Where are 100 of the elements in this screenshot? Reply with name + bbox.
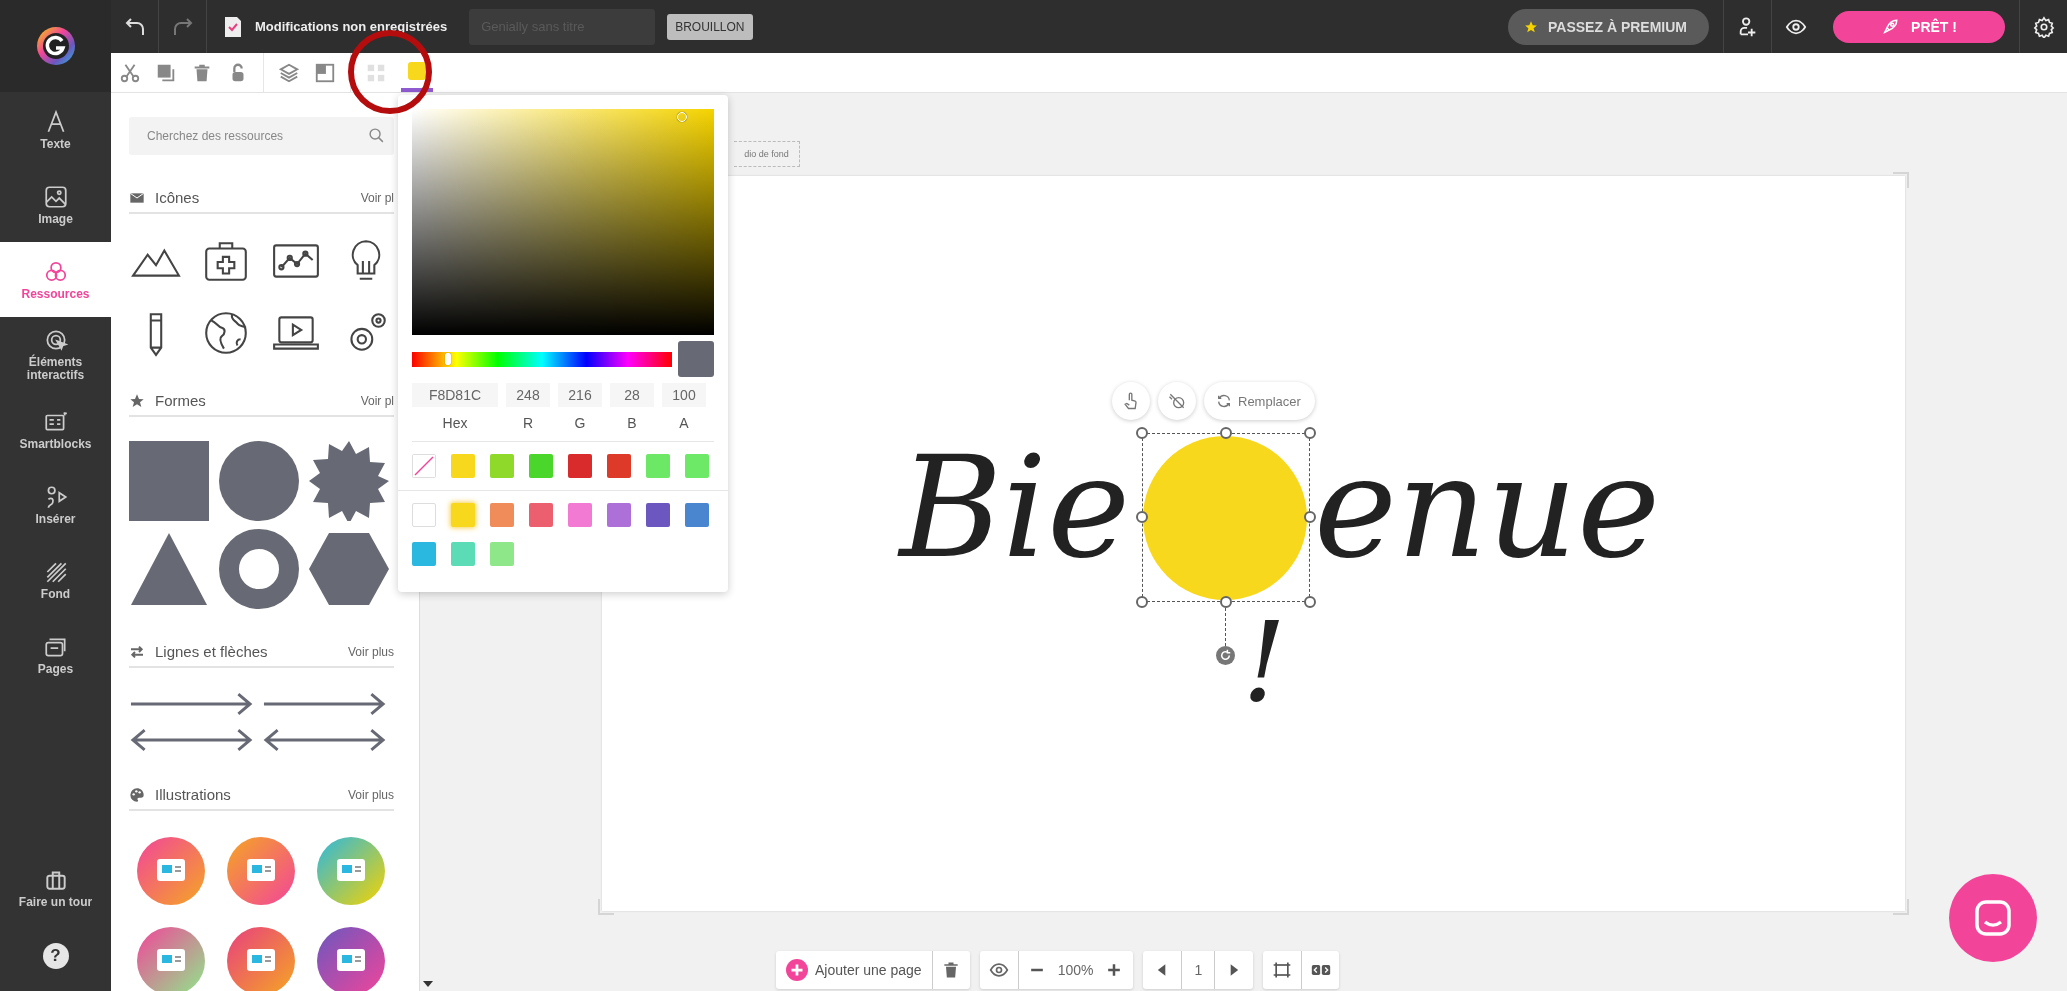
saturation-area[interactable] [412, 109, 714, 335]
no-color-swatch[interactable] [412, 454, 436, 478]
square-icon[interactable] [314, 61, 336, 84]
hand-pointer-button[interactable] [1112, 382, 1150, 420]
color-swatch[interactable] [451, 454, 475, 478]
app-logo[interactable] [35, 26, 76, 66]
color-swatch[interactable] [607, 454, 631, 478]
resize-handle[interactable] [1136, 596, 1148, 608]
color-swatch[interactable] [490, 454, 514, 478]
sidebar-item[interactable]: Image [0, 167, 111, 242]
circle-shape[interactable] [219, 441, 299, 521]
illustration-thumbnail[interactable] [227, 927, 295, 991]
ready-button[interactable]: PRÊT ! [1833, 10, 2005, 43]
field-label: R [522, 415, 534, 431]
color-swatch[interactable] [685, 454, 709, 478]
refresh-icon [1216, 393, 1232, 409]
rotate-handle-icon[interactable] [1216, 646, 1235, 665]
status-badge: BROUILLON [667, 13, 753, 40]
section-title: Lignes et flèches [155, 643, 269, 660]
image-icon [42, 183, 69, 210]
color-value-field[interactable]: F8D81C [412, 383, 498, 407]
double-arrow-line[interactable] [262, 728, 387, 752]
layers-icon[interactable] [278, 61, 300, 84]
color-swatch[interactable] [646, 503, 670, 527]
resize-handle[interactable] [1136, 427, 1148, 439]
see-more-link[interactable]: Voir pl [360, 393, 394, 408]
tour-button[interactable]: Faire un tour [0, 843, 111, 933]
color-preview [678, 341, 714, 377]
color-swatch[interactable] [607, 503, 631, 527]
resize-handle[interactable] [1136, 511, 1148, 523]
rocket-icon [1881, 17, 1900, 36]
see-more-link[interactable]: Voir plus [347, 644, 394, 659]
corner-handle[interactable] [1893, 899, 1909, 915]
color-swatch[interactable] [490, 503, 514, 527]
sidebar-item[interactable]: Insérer [0, 467, 111, 542]
color-value-field[interactable]: 28 [610, 383, 654, 407]
color-value-field[interactable]: 100 [662, 383, 706, 407]
help-button[interactable]: ? [42, 943, 69, 969]
resize-handle[interactable] [1304, 427, 1316, 439]
sidebar-item[interactable]: Texte [0, 92, 111, 167]
color-swatch[interactable] [412, 503, 436, 527]
sidebar-item[interactable]: Ressources [0, 242, 111, 317]
add-icon [786, 959, 808, 981]
sidebar-item[interactable]: Éléments interactifs [0, 317, 111, 392]
corner-handle[interactable] [1893, 172, 1909, 188]
resize-handle[interactable] [1220, 427, 1232, 439]
double-arrow-line[interactable] [129, 728, 254, 752]
illustration-thumbnail[interactable] [137, 837, 205, 905]
hue-slider-thumb[interactable] [445, 352, 452, 365]
sidebar-item[interactable]: Pages [0, 617, 111, 692]
starburst-shape[interactable] [309, 441, 389, 521]
color-swatch[interactable] [568, 503, 592, 527]
illustration-thumbnail[interactable] [317, 837, 385, 905]
color-swatch[interactable] [412, 542, 436, 566]
zoom-level: 100% [1056, 962, 1095, 978]
replace-button[interactable]: Remplacer [1204, 382, 1315, 420]
color-swatch[interactable] [490, 542, 514, 566]
see-more-link[interactable]: Voir pl [360, 190, 394, 205]
ring-shape[interactable] [219, 529, 299, 609]
section-title: Illustrations [155, 786, 232, 803]
illustration-thumbnail[interactable] [227, 837, 295, 905]
color-swatch[interactable] [646, 454, 670, 478]
color-swatch[interactable] [685, 503, 709, 527]
envelope-icon [129, 192, 145, 203]
color-swatch[interactable] [529, 454, 553, 478]
title-text[interactable]: ! [1242, 610, 1287, 715]
color-swatch[interactable] [451, 542, 475, 566]
arrow-right-line[interactable] [129, 692, 254, 716]
scroll-down-icon[interactable] [423, 981, 433, 987]
color-value-field[interactable]: 248 [506, 383, 550, 407]
corner-handle[interactable] [598, 899, 614, 915]
search-field[interactable]: Cherchez des ressources [129, 117, 394, 155]
title-text[interactable]: enue [1314, 438, 1661, 578]
color-swatch[interactable] [529, 503, 553, 527]
section-title: Icônes [155, 189, 201, 206]
field-label: G [574, 415, 586, 431]
palette-icon [130, 787, 144, 802]
title-text[interactable]: Bie [899, 438, 1130, 578]
field-label: A [679, 415, 689, 431]
sidebar-item[interactable]: Fond [0, 542, 111, 617]
background-audio-placeholder[interactable]: dio de fond [734, 141, 800, 167]
illustration-thumbnail[interactable] [317, 927, 385, 991]
color-value-field[interactable]: 216 [558, 383, 602, 407]
field-label: Hex [442, 415, 468, 431]
color-swatch[interactable] [451, 503, 475, 527]
click-off-button[interactable] [1158, 382, 1196, 420]
hue-slider[interactable] [412, 351, 672, 367]
sidebar-item[interactable]: Smartblocks [0, 392, 111, 467]
resize-handle[interactable] [1304, 596, 1316, 608]
chat-bubble-icon [1973, 898, 2013, 938]
illustration-thumbnail[interactable] [137, 927, 205, 991]
arrow-right-line[interactable] [262, 692, 387, 716]
star-icon [1524, 19, 1538, 34]
premium-button[interactable]: PASSEZ À PREMIUM [1508, 8, 1709, 45]
swap-arrows-icon [130, 645, 144, 658]
resize-handle[interactable] [1304, 511, 1316, 523]
color-swatch[interactable] [568, 454, 592, 478]
document-check-icon [223, 15, 243, 38]
see-more-link[interactable]: Voir plus [347, 787, 394, 802]
field-label: B [627, 415, 637, 431]
